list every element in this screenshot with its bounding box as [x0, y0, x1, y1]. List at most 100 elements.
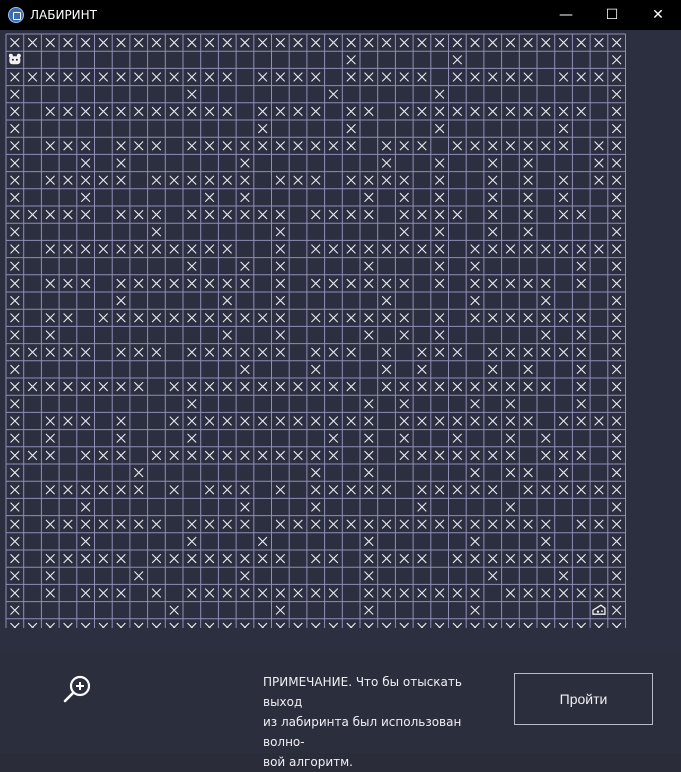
- minimize-button[interactable]: —: [543, 0, 589, 30]
- maze-wall-cell: [470, 485, 480, 495]
- maze-wall-cell: [505, 622, 516, 628]
- maze-wall-cell: [116, 72, 126, 82]
- maze-wall-cell: [45, 571, 55, 581]
- maze-wall-cell: [541, 622, 551, 628]
- maze-wall-cell: [275, 141, 286, 151]
- maze-wall-cell: [611, 123, 622, 134]
- maze-wall-cell: [434, 330, 445, 340]
- maze-wall-cell: [10, 519, 20, 529]
- maze-wall-cell: [134, 72, 144, 82]
- maze-wall-cell: [558, 416, 569, 426]
- maximize-button[interactable]: ☐: [589, 0, 635, 30]
- maze-wall-cell: [434, 37, 445, 48]
- maze-wall-cell: [116, 158, 126, 168]
- maze-wall-cell: [594, 175, 604, 185]
- maze-grid[interactable]: [5, 33, 628, 628]
- maze-wall-cell: [98, 553, 109, 564]
- maze-wall-cell: [346, 347, 356, 357]
- maze-wall-cell: [611, 106, 622, 117]
- maze-wall-cell: [27, 72, 38, 82]
- maze-wall-cell: [611, 605, 622, 615]
- maze-wall-cell: [240, 381, 250, 392]
- maze-wall-cell: [80, 72, 91, 82]
- maze-wall-cell: [611, 502, 622, 512]
- maze-wall-cell: [45, 553, 55, 564]
- maze-wall-cell: [45, 106, 55, 117]
- maze-wall-cell: [116, 450, 126, 461]
- maze-wall-cell: [27, 381, 38, 392]
- maze-wall-cell: [523, 175, 533, 185]
- maze-wall-cell: [134, 141, 144, 151]
- maze-wall-cell: [558, 467, 569, 478]
- maze-wall-cell: [311, 364, 321, 375]
- maze-wall-cell: [417, 209, 427, 220]
- maze-wall-cell: [222, 622, 232, 628]
- maze-wall-cell: [240, 192, 250, 203]
- maze-wall-cell: [381, 313, 392, 323]
- maze-wall-cell: [311, 106, 321, 117]
- maze-wall-cell: [594, 622, 604, 628]
- maze-wall-cell: [328, 141, 339, 151]
- maze-wall-cell: [45, 381, 55, 392]
- maze-wall-cell: [275, 450, 286, 461]
- maze-wall-cell: [381, 158, 392, 168]
- maze-wall-cell: [98, 450, 109, 461]
- maze-wall-cell: [257, 141, 268, 151]
- maze-wall-cell: [417, 364, 427, 375]
- maze-wall-cell: [523, 381, 533, 392]
- maze-wall-cell: [434, 244, 445, 254]
- maze-wall-cell: [611, 553, 622, 564]
- maze-wall-cell: [311, 622, 321, 628]
- maze-wall-cell: [505, 588, 516, 598]
- maze-wall-cell: [45, 622, 55, 628]
- maze-wall-cell: [417, 450, 427, 461]
- maze-wall-cell: [240, 364, 250, 375]
- maze-wall-cell: [594, 553, 604, 564]
- maze-wall-cell: [10, 433, 20, 443]
- maze-wall-cell: [169, 106, 179, 117]
- maze-wall-cell: [204, 588, 215, 598]
- maze-wall-cell: [240, 347, 250, 357]
- maze-wall-cell: [541, 347, 551, 357]
- maze-wall-cell: [417, 106, 427, 117]
- maze-wall-cell: [10, 158, 20, 168]
- maze-wall-cell: [222, 519, 232, 529]
- maze-wall-cell: [399, 37, 409, 48]
- maze-wall-cell: [611, 622, 622, 628]
- maze-wall-cell: [222, 347, 232, 357]
- maze-wall-cell: [399, 553, 409, 564]
- maze-wall-cell: [293, 519, 303, 529]
- maze-wall-cell: [151, 37, 162, 48]
- maze-wall-cell: [346, 381, 356, 392]
- maze-wall-cell: [204, 313, 215, 323]
- maze-wall-cell: [80, 553, 91, 564]
- maze-wall-cell: [558, 553, 569, 564]
- maze-wall-cell: [417, 553, 427, 564]
- maze-wall-cell: [364, 553, 374, 564]
- maze-wall-cell: [116, 278, 126, 289]
- maze-wall-cell: [558, 175, 569, 185]
- maze-wall-cell: [328, 416, 339, 426]
- maze-wall-cell: [399, 416, 409, 426]
- maze-wall-cell: [488, 72, 498, 82]
- maze-wall-cell: [364, 278, 374, 289]
- maze-wall-cell: [328, 37, 339, 48]
- maze-wall-cell: [523, 467, 533, 478]
- maze-wall-cell: [98, 588, 109, 598]
- maze-wall-cell: [10, 72, 20, 82]
- maze-wall-cell: [27, 450, 38, 461]
- maze-wall-cell: [558, 192, 569, 203]
- maze-wall-cell: [98, 175, 109, 185]
- run-button[interactable]: Пройти: [514, 673, 653, 725]
- maze-wall-cell: [275, 261, 286, 271]
- maze-wall-cell: [80, 278, 91, 289]
- zoom-in-icon[interactable]: [62, 673, 94, 705]
- maze-wall-cell: [328, 209, 339, 220]
- close-button[interactable]: ✕: [635, 0, 681, 30]
- maze-wall-cell: [470, 106, 480, 117]
- maze-wall-cell: [151, 106, 162, 117]
- maze-wall-cell: [169, 175, 179, 185]
- maze-wall-cell: [293, 72, 303, 82]
- maze-wall-cell: [10, 485, 20, 495]
- maze-wall-cell: [576, 37, 586, 48]
